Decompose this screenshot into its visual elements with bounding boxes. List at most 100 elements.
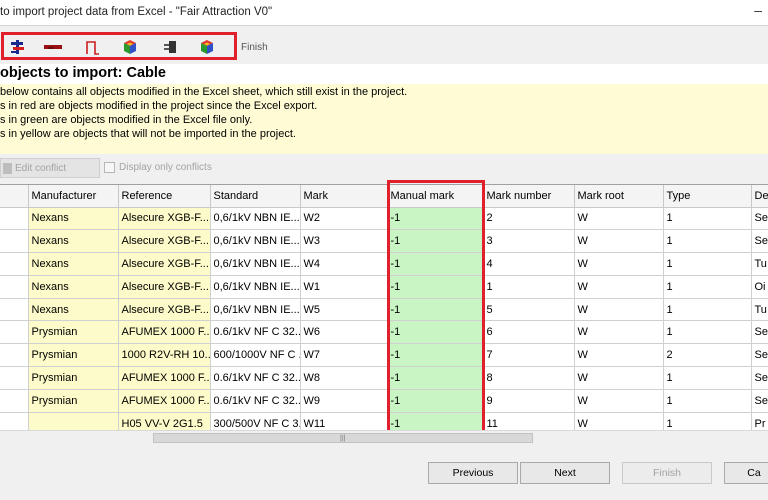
- standard-cell[interactable]: 0,6/1kV NBN IE...: [210, 275, 301, 299]
- type-cell[interactable]: 1: [663, 275, 752, 299]
- horizontal-scrollbar[interactable]: |||: [0, 430, 768, 444]
- mark-number-cell[interactable]: 2: [483, 207, 575, 231]
- manual-mark-cell[interactable]: -1: [387, 229, 484, 254]
- reference-cell[interactable]: AFUMEX 1000 F...: [118, 366, 211, 390]
- mark-cell[interactable]: W3: [300, 229, 388, 254]
- description-cell[interactable]: Se: [751, 320, 768, 345]
- connector-button[interactable]: [159, 38, 181, 56]
- column-header-row-indicator[interactable]: [0, 185, 29, 208]
- table-row[interactable]: Nexans Alsecure XGB-F... 0,6/1kV NBN IE...…: [0, 207, 768, 231]
- description-cell[interactable]: Se: [751, 389, 768, 413]
- column-header-mark-number[interactable]: Mark number: [483, 185, 575, 208]
- mark-number-cell[interactable]: 6: [483, 320, 575, 345]
- manual-mark-cell[interactable]: -1: [387, 298, 484, 322]
- description-cell[interactable]: Tu: [751, 298, 768, 322]
- table-row[interactable]: Prysmian 1000 R2V-RH 10... 600/1000V NF C …: [0, 343, 768, 368]
- mark-number-cell[interactable]: 4: [483, 252, 575, 276]
- table-row[interactable]: Nexans Alsecure XGB-F... 0,6/1kV NBN IE...…: [0, 298, 768, 322]
- type-cell[interactable]: 1: [663, 389, 752, 413]
- mark-number-cell[interactable]: 7: [483, 343, 575, 368]
- description-cell[interactable]: Oi: [751, 275, 768, 299]
- reference-cell[interactable]: 1000 R2V-RH 10...: [118, 343, 211, 368]
- reference-cell[interactable]: AFUMEX 1000 F...: [118, 320, 211, 345]
- mark-number-cell[interactable]: 11: [483, 412, 575, 430]
- mark-root-cell[interactable]: W: [574, 298, 664, 322]
- row-indicator-cell[interactable]: [0, 343, 29, 368]
- wire-button[interactable]: [82, 38, 104, 56]
- row-indicator-cell[interactable]: [0, 389, 29, 413]
- table-row[interactable]: Prysmian AFUMEX 1000 F... 0.6/1kV NF C 32.…: [0, 366, 768, 390]
- type-cell[interactable]: 1: [663, 207, 752, 231]
- standard-cell[interactable]: 0.6/1kV NF C 32...: [210, 320, 301, 345]
- row-indicator-cell[interactable]: [0, 252, 29, 276]
- mark-cell[interactable]: W5: [300, 298, 388, 322]
- column-header-type[interactable]: Type: [663, 185, 752, 208]
- mark-cell[interactable]: W11: [300, 412, 388, 430]
- manual-mark-cell[interactable]: -1: [387, 343, 484, 368]
- manufacturer-cell[interactable]: [28, 412, 119, 430]
- manual-mark-cell[interactable]: -1: [387, 207, 484, 231]
- mark-number-cell[interactable]: 3: [483, 229, 575, 254]
- mark-root-cell[interactable]: W: [574, 343, 664, 368]
- table-row[interactable]: Nexans Alsecure XGB-F... 0,6/1kV NBN IE...…: [0, 275, 768, 299]
- manual-mark-cell[interactable]: -1: [387, 275, 484, 299]
- previous-button[interactable]: Previous: [428, 462, 518, 484]
- description-cell[interactable]: Se: [751, 207, 768, 231]
- manufacturer-cell[interactable]: Prysmian: [28, 389, 119, 413]
- mark-root-cell[interactable]: W: [574, 412, 664, 430]
- mark-root-cell[interactable]: W: [574, 275, 664, 299]
- mark-root-cell[interactable]: W: [574, 229, 664, 254]
- column-header-description[interactable]: De: [751, 185, 768, 208]
- description-cell[interactable]: Se: [751, 229, 768, 254]
- mark-root-cell[interactable]: W: [574, 389, 664, 413]
- manual-mark-cell[interactable]: -1: [387, 320, 484, 345]
- manufacturer-cell[interactable]: Prysmian: [28, 366, 119, 390]
- reference-cell[interactable]: Alsecure XGB-F...: [118, 252, 211, 276]
- column-header-standard[interactable]: Standard: [210, 185, 301, 208]
- reference-cell[interactable]: Alsecure XGB-F...: [118, 275, 211, 299]
- table-row[interactable]: Nexans Alsecure XGB-F... 0,6/1kV NBN IE...…: [0, 229, 768, 254]
- standard-cell[interactable]: 0,6/1kV NBN IE...: [210, 252, 301, 276]
- standard-cell[interactable]: 0.6/1kV NF C 32...: [210, 389, 301, 413]
- reference-cell[interactable]: Alsecure XGB-F...: [118, 298, 211, 322]
- toolbar-finish-label[interactable]: Finish: [241, 42, 268, 53]
- finish-button[interactable]: Finish: [622, 462, 712, 484]
- cancel-button[interactable]: Ca: [724, 462, 768, 484]
- type-cell[interactable]: 1: [663, 298, 752, 322]
- mark-number-cell[interactable]: 8: [483, 366, 575, 390]
- component-button-2[interactable]: [196, 38, 218, 56]
- type-cell[interactable]: 1: [663, 412, 752, 430]
- row-indicator-cell[interactable]: [0, 320, 29, 345]
- standard-cell[interactable]: 0,6/1kV NBN IE...: [210, 207, 301, 231]
- column-header-reference[interactable]: Reference: [118, 185, 211, 208]
- manual-mark-cell[interactable]: -1: [387, 389, 484, 413]
- row-indicator-cell[interactable]: [0, 275, 29, 299]
- description-cell[interactable]: Se: [751, 366, 768, 390]
- manual-mark-cell[interactable]: -1: [387, 252, 484, 276]
- cable-button[interactable]: [42, 38, 64, 56]
- manufacturer-cell[interactable]: Prysmian: [28, 320, 119, 345]
- manufacturer-cell[interactable]: Nexans: [28, 207, 119, 231]
- type-cell[interactable]: 1: [663, 366, 752, 390]
- mark-cell[interactable]: W9: [300, 389, 388, 413]
- row-indicator-cell[interactable]: [0, 366, 29, 390]
- row-indicator-cell[interactable]: [0, 229, 29, 254]
- manufacturer-cell[interactable]: Nexans: [28, 229, 119, 254]
- object-tree-button[interactable]: [7, 38, 29, 56]
- manufacturer-cell[interactable]: Nexans: [28, 298, 119, 322]
- manufacturer-cell[interactable]: Nexans: [28, 275, 119, 299]
- type-cell[interactable]: 1: [663, 320, 752, 345]
- reference-cell[interactable]: AFUMEX 1000 F...: [118, 389, 211, 413]
- manual-mark-cell[interactable]: -1: [387, 366, 484, 390]
- scrollbar-thumb[interactable]: |||: [153, 433, 533, 443]
- column-header-manual-mark[interactable]: Manual mark: [387, 185, 484, 208]
- type-cell[interactable]: 1: [663, 229, 752, 254]
- table-row[interactable]: Nexans Alsecure XGB-F... 0,6/1kV NBN IE...…: [0, 252, 768, 276]
- mark-number-cell[interactable]: 1: [483, 275, 575, 299]
- column-header-mark[interactable]: Mark: [300, 185, 388, 208]
- column-header-mark-root[interactable]: Mark root: [574, 185, 664, 208]
- standard-cell[interactable]: 0,6/1kV NBN IE...: [210, 298, 301, 322]
- edit-conflict-button[interactable]: Edit conflict: [0, 158, 100, 178]
- mark-cell[interactable]: W4: [300, 252, 388, 276]
- mark-number-cell[interactable]: 5: [483, 298, 575, 322]
